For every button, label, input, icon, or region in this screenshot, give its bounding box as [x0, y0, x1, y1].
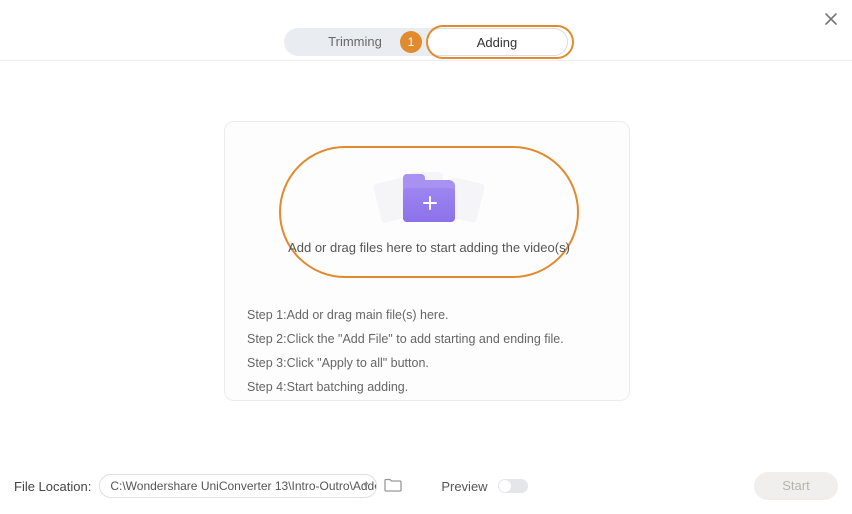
footer-bar: File Location: C:\Wondershare UniConvert… [0, 472, 852, 500]
step-3: Step 3:Click "Apply to all" button. [247, 356, 607, 370]
tab-adding[interactable]: Adding [426, 28, 568, 56]
drop-area[interactable]: Add or drag files here to start adding t… [279, 146, 579, 278]
toggle-knob [499, 480, 511, 492]
steps-block: Step 1:Add or drag main file(s) here. St… [247, 298, 607, 404]
main-card: Add or drag files here to start adding t… [224, 121, 630, 401]
preview-toggle[interactable] [498, 479, 528, 493]
mode-tabs: Trimming Adding [0, 28, 852, 56]
step-2: Step 2:Click the "Add File" to add start… [247, 332, 607, 346]
step-1: Step 1:Add or drag main file(s) here. [247, 308, 607, 322]
browse-folder-button[interactable] [383, 475, 405, 497]
header-divider [0, 60, 852, 61]
annotation-badge-1: 1 [400, 31, 422, 53]
add-folder-icon [369, 170, 489, 230]
chevron-down-icon: ▾ [363, 475, 368, 497]
preview-label: Preview [441, 479, 487, 494]
file-location-value: C:\Wondershare UniConverter 13\Intro-Out… [110, 479, 377, 493]
drop-text: Add or drag files here to start adding t… [288, 240, 570, 255]
file-location-dropdown[interactable]: C:\Wondershare UniConverter 13\Intro-Out… [99, 474, 377, 498]
file-location-label: File Location: [14, 479, 91, 494]
start-button[interactable]: Start [754, 472, 838, 500]
step-4: Step 4:Start batching adding. [247, 380, 607, 394]
